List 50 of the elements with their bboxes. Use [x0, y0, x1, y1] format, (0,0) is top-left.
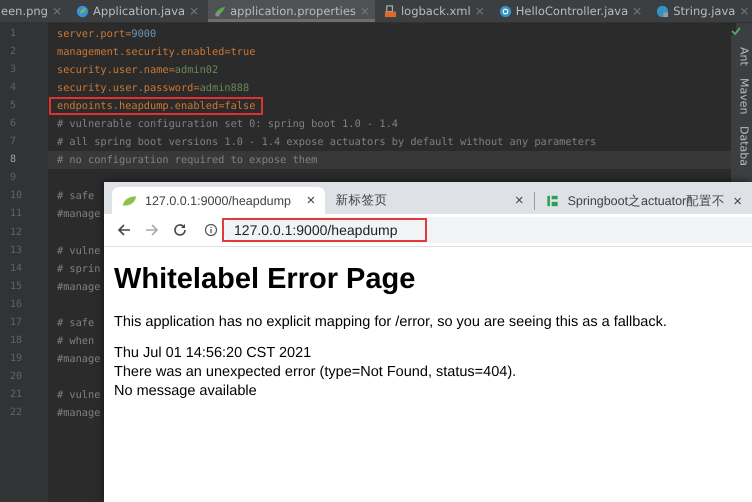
error-detail: Thu Jul 01 14:56:20 CST 2021 [114, 344, 312, 363]
editor-tab[interactable]: een.png × [0, 0, 68, 22]
code-line: security.user.name=admin02 [56, 63, 220, 78]
close-icon[interactable]: × [733, 192, 742, 210]
info-icon[interactable] [204, 223, 218, 237]
error-description: This application has no explicit mapping for /error, so you are seeing this as a fallback. [114, 314, 668, 330]
error-detail: No message available [114, 382, 258, 401]
close-icon[interactable]: × [514, 192, 524, 209]
browser-tab[interactable]: Springboot之actuator配置不 × [534, 192, 752, 210]
file-icon [76, 4, 90, 18]
check-icon [731, 27, 741, 35]
code-line: server.port=9000 [56, 27, 158, 42]
code-line: # vulne [56, 388, 102, 403]
code-line: #manage [56, 207, 102, 222]
site-icon [544, 195, 560, 207]
address-field[interactable]: 127.0.0.1:9000/heapdump [222, 218, 428, 242]
page-heading: Whitelabel Error Page [114, 263, 416, 296]
editor-tab[interactable]: logback.xml × [378, 0, 490, 22]
browser-tab[interactable]: 127.0.0.1:9000/heapdump × [112, 187, 326, 214]
tool-window-tab[interactable]: Databa [738, 126, 750, 166]
file-icon [384, 4, 397, 18]
code-line: management.security.enabled=true [56, 45, 256, 60]
code-line: #manage [56, 406, 102, 421]
code-line: # safe [56, 189, 96, 204]
code-line: # vulne [56, 244, 102, 259]
editor-tab[interactable]: application.properties × [208, 0, 375, 22]
leaf-icon [122, 194, 137, 206]
code-line: # no configuration required to expose them [56, 153, 318, 168]
class-icon [498, 4, 512, 18]
reload-icon[interactable] [172, 222, 188, 238]
browser-tab[interactable]: 新标签页 × [325, 187, 534, 214]
tool-window-tab[interactable]: Ant [738, 47, 750, 66]
code-line: #manage [56, 280, 102, 295]
code-line: # sprin [56, 262, 102, 277]
code-line: # safe [56, 316, 96, 331]
close-icon[interactable]: × [306, 192, 316, 209]
line-number: 8 [9, 153, 18, 168]
code-line: # vulnerable configuration set 0: spring boot 1.0 - 1.4 [56, 117, 399, 132]
code-line: security.user.password=admin888 [56, 81, 250, 96]
code-line: # when [56, 334, 96, 349]
file-icon [213, 4, 226, 18]
error-detail: There was an unexpected error (type=Not Found, status=404). [114, 363, 518, 382]
code-line: # all spring boot versions 1.0 - 1.4 expose actuators by default without any parameters [56, 135, 598, 150]
tool-window-tab[interactable]: Maven [738, 78, 750, 114]
class-icon [656, 4, 670, 18]
editor-tab[interactable]: Application.java × [71, 0, 204, 22]
code-line: #manage [56, 352, 102, 367]
back-icon[interactable] [116, 222, 132, 238]
editor-tab[interactable]: String.java × [651, 0, 752, 22]
editor-tab[interactable]: HelloController.java × [494, 0, 648, 22]
